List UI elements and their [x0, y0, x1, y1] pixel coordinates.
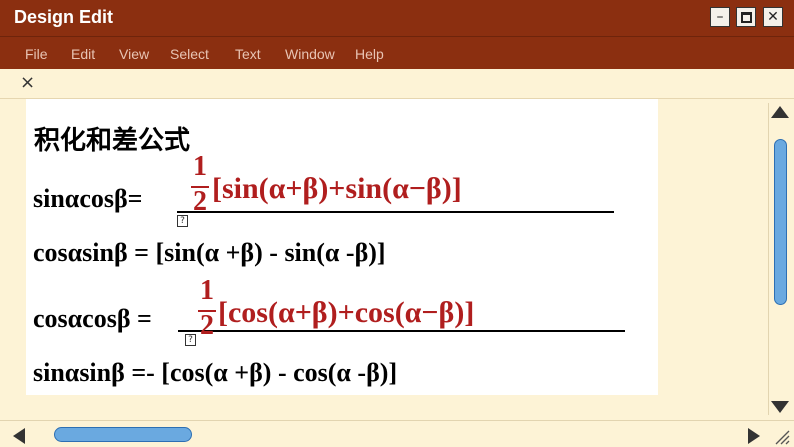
window-title: Design Edit — [14, 7, 114, 27]
minimize-icon: – — [716, 9, 724, 25]
line1-coef-den: 2 — [193, 186, 207, 217]
menu-window[interactable]: Window — [285, 46, 335, 62]
menu-file[interactable]: File — [25, 46, 48, 62]
menu-view[interactable]: View — [119, 46, 149, 62]
minimize-button[interactable]: – — [710, 7, 730, 27]
vertical-scrollbar[interactable] — [768, 103, 790, 415]
close-document-icon[interactable]: × — [20, 72, 35, 93]
scroll-down-arrow-icon[interactable] — [771, 401, 789, 413]
menu-select[interactable]: Select — [170, 46, 209, 62]
menu-edit[interactable]: Edit — [71, 46, 95, 62]
scroll-left-arrow-icon[interactable] — [13, 428, 25, 444]
resize-grip-icon[interactable] — [772, 428, 790, 445]
line3-expr: [cos(α+β)+cos(α−β)] — [218, 296, 475, 329]
line1-underline — [177, 211, 614, 213]
scroll-up-arrow-icon[interactable] — [771, 106, 789, 118]
line1-lhs: sinαcosβ= — [33, 184, 143, 213]
line4-formula: sinαsinβ =- [cos(α +β) - cos(α -β)] — [33, 358, 398, 387]
horizontal-scroll-thumb[interactable] — [54, 427, 192, 442]
line3-coef-den: 2 — [200, 310, 214, 341]
menu-bar: File Edit View Select Text Window Help — [0, 36, 794, 69]
formula-heading: 积化和差公式 — [34, 126, 191, 156]
close-button[interactable]: ✕ — [763, 7, 783, 27]
scroll-right-arrow-icon[interactable] — [748, 428, 760, 444]
close-icon: ✕ — [767, 9, 779, 25]
title-bar: Design Edit – ✕ — [0, 0, 794, 36]
line2-formula: cosαsinβ = [sin(α +β) - sin(α -β)] — [33, 238, 386, 267]
menu-text[interactable]: Text — [235, 46, 261, 62]
maximize-icon — [740, 11, 752, 23]
vertical-scroll-thumb[interactable] — [774, 139, 787, 305]
line1-expr: [sin(α+β)+sin(α−β)] — [212, 172, 462, 205]
line3-underline — [178, 330, 625, 332]
maximize-button[interactable] — [736, 7, 756, 27]
line3-lhs: cosαcosβ = — [33, 304, 152, 333]
placeholder-image-icon: ? — [185, 334, 196, 346]
line1-coef-num: 1 — [193, 151, 207, 182]
placeholder-image-icon: ? — [177, 215, 188, 227]
menu-help[interactable]: Help — [355, 46, 384, 62]
line3-coef-num: 1 — [200, 275, 214, 306]
horizontal-scrollbar[interactable] — [0, 420, 794, 447]
toolbar: × — [0, 69, 794, 99]
